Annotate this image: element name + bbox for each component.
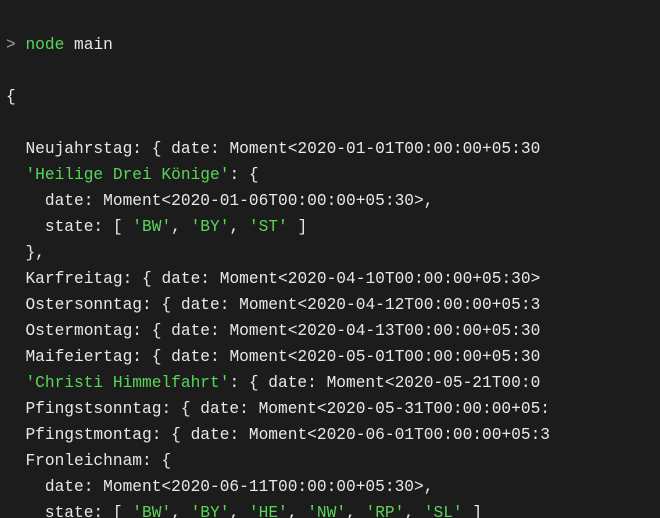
prompt-caret: > — [6, 36, 16, 54]
open-brace: { — [6, 84, 660, 110]
output-lines: Neujahrstag: { date: Moment<2020-01-01T0… — [6, 136, 660, 518]
output-line: state: [ 'BW', 'BY', 'ST' ] — [6, 214, 660, 240]
output-line: Neujahrstag: { date: Moment<2020-01-01T0… — [6, 136, 660, 162]
command-arg: main — [74, 36, 113, 54]
output-line: }, — [6, 240, 660, 266]
output-line: 'Heilige Drei Könige': { — [6, 162, 660, 188]
output-line: Fronleichnam: { — [6, 448, 660, 474]
output-line: date: Moment<2020-06-11T00:00:00+05:30>, — [6, 474, 660, 500]
command-line: > node main — [6, 32, 660, 58]
output-line: date: Moment<2020-01-06T00:00:00+05:30>, — [6, 188, 660, 214]
output-line: Pfingstsonntag: { date: Moment<2020-05-3… — [6, 396, 660, 422]
output-line: Ostersonntag: { date: Moment<2020-04-12T… — [6, 292, 660, 318]
output-line: Karfreitag: { date: Moment<2020-04-10T00… — [6, 266, 660, 292]
output-line: state: [ 'BW', 'BY', 'HE', 'NW', 'RP', '… — [6, 500, 660, 518]
output-line: Pfingstmontag: { date: Moment<2020-06-01… — [6, 422, 660, 448]
space — [64, 36, 74, 54]
space — [16, 36, 26, 54]
output-line: Ostermontag: { date: Moment<2020-04-13T0… — [6, 318, 660, 344]
output-line: Maifeiertag: { date: Moment<2020-05-01T0… — [6, 344, 660, 370]
terminal-output: > node main { Neujahrstag: { date: Momen… — [0, 0, 660, 518]
output-line: 'Christi Himmelfahrt': { date: Moment<20… — [6, 370, 660, 396]
command-node: node — [25, 36, 64, 54]
